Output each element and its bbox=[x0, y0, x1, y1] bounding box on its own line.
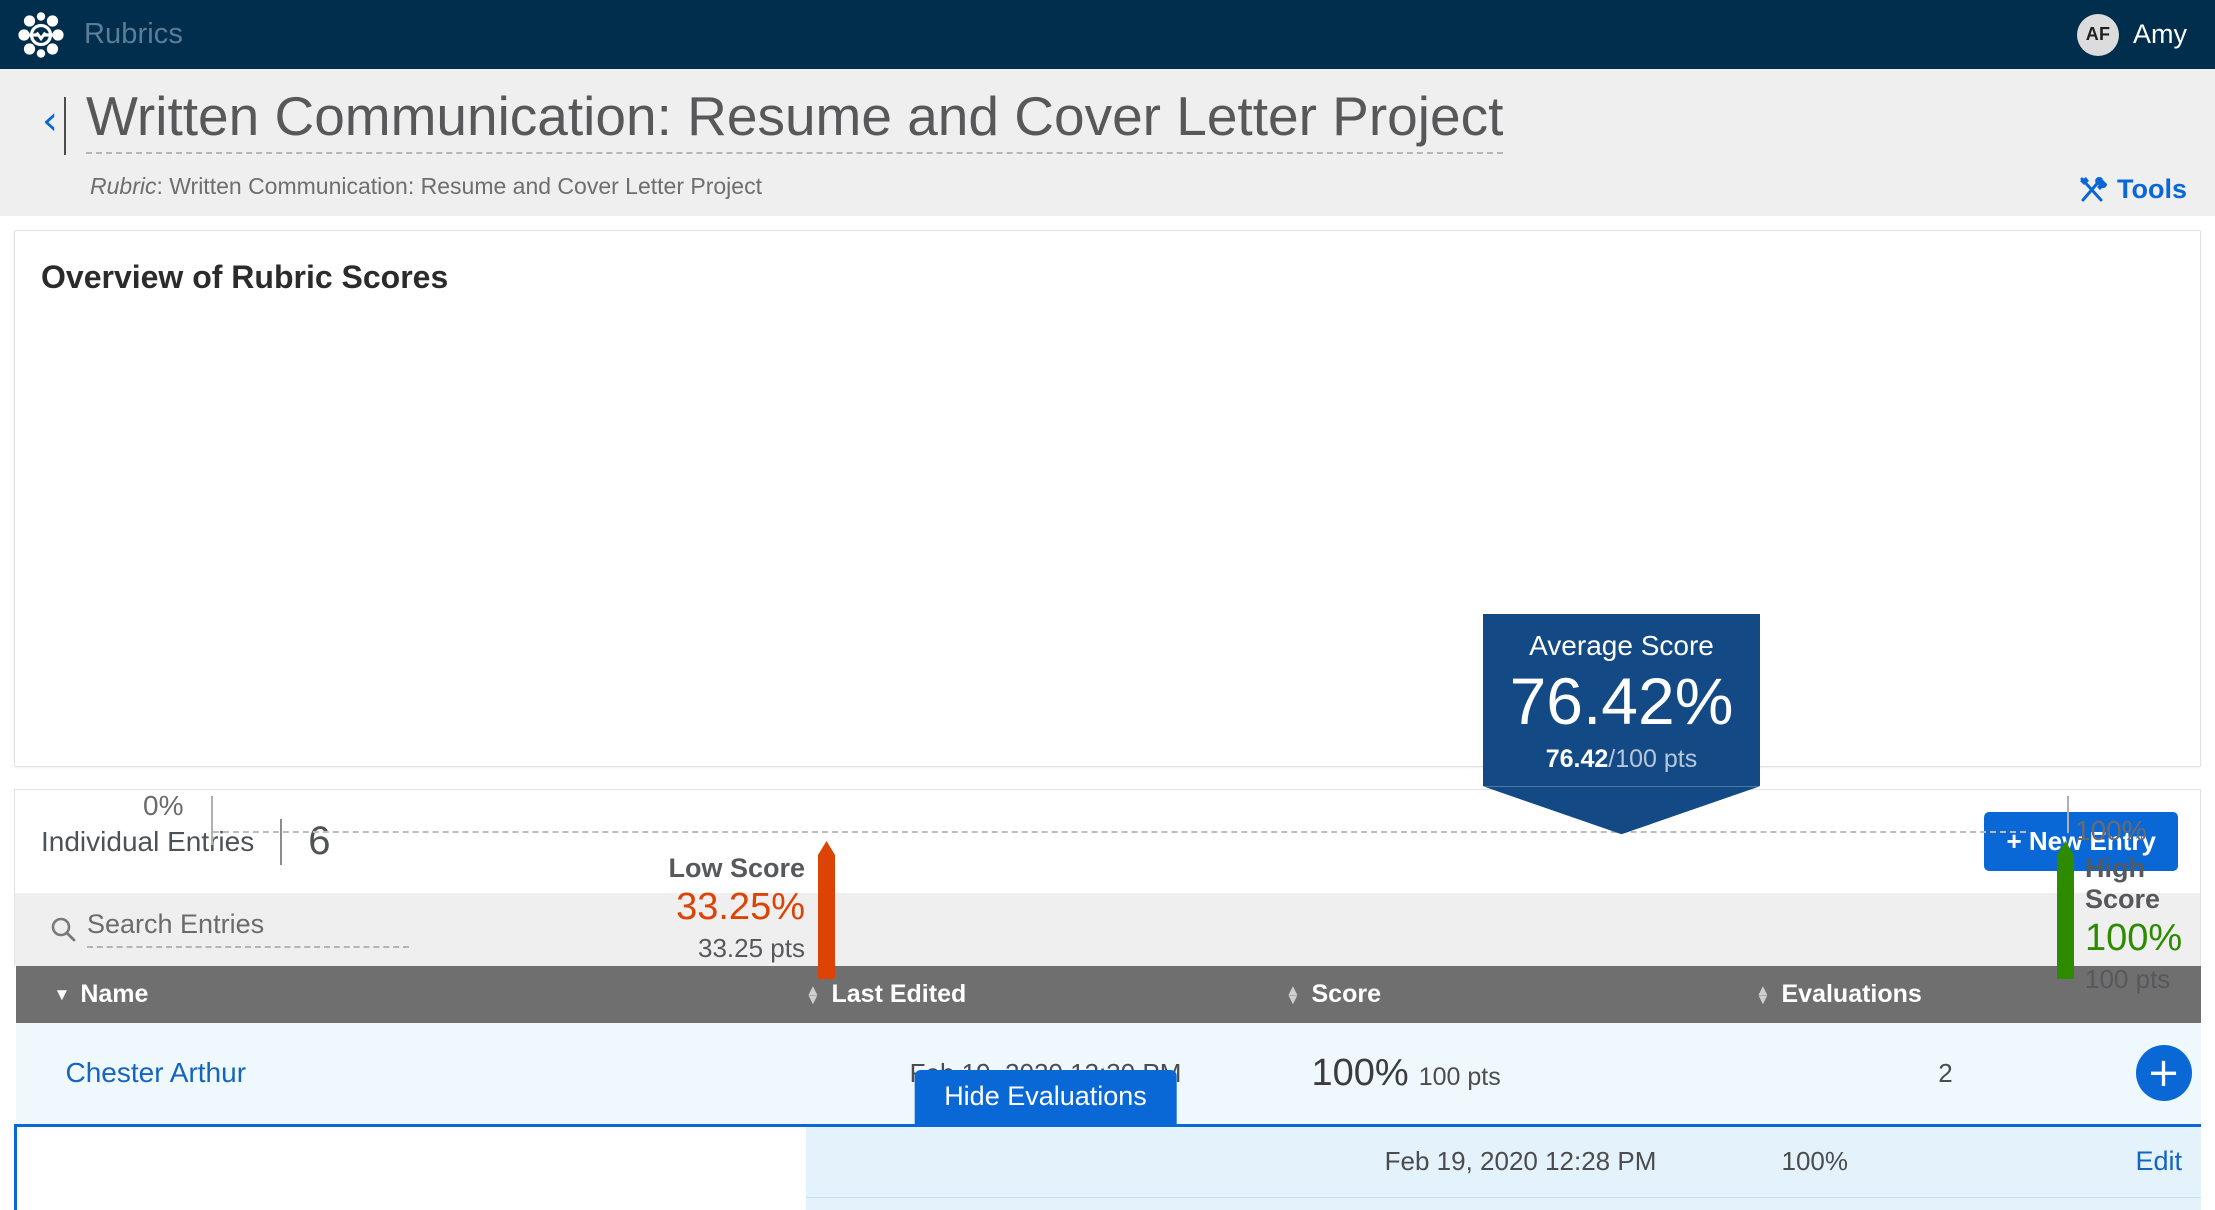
low-score-label: Low Score bbox=[668, 853, 805, 883]
sort-both-icon: ▲ ▼ bbox=[805, 981, 821, 1008]
average-score-points-total: /100 pts bbox=[1608, 745, 1698, 774]
low-score-marker bbox=[818, 841, 835, 979]
cell-name: Chester Arthur bbox=[15, 1023, 806, 1127]
average-score-percent: 76.42% bbox=[1509, 664, 1734, 738]
high-score-percent: 100% bbox=[2085, 917, 2183, 959]
avatar: AF bbox=[2077, 13, 2119, 56]
average-score-callout: Average Score 76.42% 76.42/100 pts bbox=[1483, 614, 1760, 787]
entries-table-body: Chester Arthur Feb 19, 2020 12:30 PM Hid… bbox=[14, 1023, 2201, 1210]
brand[interactable]: Rubrics bbox=[14, 8, 183, 62]
top-navigation-bar: Rubrics AF Amy bbox=[0, 0, 2215, 69]
evaluation-actions: Edit bbox=[2135, 1125, 2201, 1198]
page-header: ‹ Written Communication: Resume and Cove… bbox=[0, 69, 2215, 216]
average-score-points-value: 76.42 bbox=[1545, 745, 1609, 774]
average-score-label: Average Score bbox=[1529, 630, 1714, 661]
cell-evaluations: 2 bbox=[1755, 1023, 2136, 1127]
cell-actions: + bbox=[2135, 1023, 2201, 1127]
entries-divider bbox=[280, 818, 283, 865]
low-score-group: Low Score 33.25% 33.25 pts bbox=[505, 853, 805, 964]
evaluation-score: 100% bbox=[1755, 1197, 2136, 1210]
breadcrumb: Rubric: Written Communication: Resume an… bbox=[90, 173, 2187, 200]
evaluation-gutter bbox=[14, 1197, 806, 1210]
chart-baseline bbox=[213, 831, 2026, 833]
column-header-last-edited[interactable]: ▲ ▼ Last Edited bbox=[805, 966, 1286, 1023]
column-header-score-label: Score bbox=[1311, 980, 1381, 1008]
overview-title: Overview of Rubric Scores bbox=[41, 259, 449, 295]
score-percent: 100% bbox=[1311, 1051, 1409, 1094]
edit-link[interactable]: Edit bbox=[2136, 1146, 2183, 1176]
search-input[interactable] bbox=[87, 909, 409, 948]
tools-label: Tools bbox=[2117, 174, 2187, 204]
evaluation-last-edited: Feb 19, 2020 12:28 PM bbox=[1285, 1125, 1756, 1198]
evaluation-spacer bbox=[805, 1125, 1286, 1198]
evaluation-row[interactable]: Feb 19, 2020 12:28 PM 100% Edit bbox=[14, 1125, 2201, 1198]
low-score-points: 33.25 pts bbox=[698, 933, 805, 963]
entries-table: ▼ Name ▲ ▼ Last Edited ▲ ▼ Score ▲ ▼ Eva… bbox=[14, 966, 2201, 1210]
column-header-evaluations-label: Evaluations bbox=[1781, 980, 1922, 1008]
user-menu[interactable]: AF Amy bbox=[2077, 13, 2187, 56]
column-header-evaluations[interactable]: ▲ ▼ Evaluations bbox=[1755, 966, 2136, 1023]
breadcrumb-value: : Written Communication: Resume and Cove… bbox=[156, 173, 762, 199]
evaluation-row[interactable]: Feb 19, 2020 12:30 PM 100% Edit bbox=[14, 1197, 2201, 1210]
entries-search-row bbox=[14, 893, 2201, 966]
table-row[interactable]: Chester Arthur Feb 19, 2020 12:30 PM Hid… bbox=[15, 1023, 2201, 1127]
column-header-last-edited-label: Last Edited bbox=[831, 980, 967, 1008]
chevron-left-icon[interactable]: ‹ bbox=[28, 87, 64, 141]
overview-card: Overview of Rubric Scores 0% 100% Averag… bbox=[14, 230, 2201, 994]
tools-button[interactable]: Tools bbox=[2077, 174, 2187, 205]
evaluation-spacer bbox=[805, 1197, 1286, 1210]
entries-count: 6 bbox=[308, 819, 331, 863]
sort-desc-icon: ▼ bbox=[53, 985, 71, 1004]
high-score-group: High Score 100% 100 pts bbox=[2085, 853, 2190, 995]
axis-label-min: 0% bbox=[143, 790, 184, 821]
score-points: 100 pts bbox=[1418, 1062, 1501, 1091]
sort-both-icon: ▲ ▼ bbox=[1755, 981, 1771, 1008]
rubric-scores-chart: 0% 100% Average Score 76.42% 76.42/100 p… bbox=[25, 296, 2190, 994]
user-name: Amy bbox=[2133, 19, 2187, 49]
axis-tick-min bbox=[211, 796, 213, 845]
evaluation-actions: Edit bbox=[2135, 1197, 2201, 1210]
sort-both-icon: ▲ ▼ bbox=[1285, 981, 1301, 1008]
cell-score: 100% 100 pts bbox=[1285, 1023, 1756, 1127]
plus-icon[interactable]: + bbox=[2135, 1045, 2192, 1102]
entries-toolbar: Individual Entries 6 + New Entry bbox=[14, 789, 2201, 893]
axis-label-max: 100% bbox=[2075, 815, 2147, 846]
column-header-name-label: Name bbox=[80, 980, 149, 1008]
high-score-label: High Score bbox=[2085, 853, 2161, 914]
title-divider bbox=[64, 97, 66, 155]
low-score-percent: 33.25% bbox=[676, 886, 805, 928]
entry-name-link[interactable]: Chester Arthur bbox=[66, 1057, 247, 1088]
brand-title: Rubrics bbox=[84, 18, 183, 50]
molecule-logo-icon bbox=[14, 8, 68, 62]
average-score-points: 76.42/100 pts bbox=[1489, 745, 1754, 774]
search-icon bbox=[49, 915, 77, 943]
entries-table-header: ▼ Name ▲ ▼ Last Edited ▲ ▼ Score ▲ ▼ Eva… bbox=[15, 966, 2201, 1023]
column-header-name[interactable]: ▼ Name bbox=[15, 966, 806, 1023]
page-title[interactable]: Written Communication: Resume and Cover … bbox=[86, 86, 1504, 155]
evaluation-last-edited: Feb 19, 2020 12:30 PM bbox=[1285, 1197, 1756, 1210]
hammer-wrench-icon bbox=[2077, 175, 2108, 205]
toggle-evaluations-button[interactable]: Hide Evaluations bbox=[914, 1069, 1177, 1124]
column-header-score[interactable]: ▲ ▼ Score bbox=[1285, 966, 1756, 1023]
evaluation-score: 100% bbox=[1755, 1125, 2136, 1198]
individual-entries-section: Individual Entries 6 + New Entry ▼ Name bbox=[14, 789, 2201, 1210]
evaluation-gutter bbox=[14, 1125, 806, 1197]
axis-tick-max bbox=[2067, 796, 2069, 833]
cell-last-edited: Feb 19, 2020 12:30 PM Hide Evaluations bbox=[805, 1023, 1286, 1127]
high-score-marker bbox=[2057, 841, 2074, 979]
high-score-points: 100 pts bbox=[2085, 964, 2171, 994]
breadcrumb-label: Rubric bbox=[90, 173, 157, 199]
